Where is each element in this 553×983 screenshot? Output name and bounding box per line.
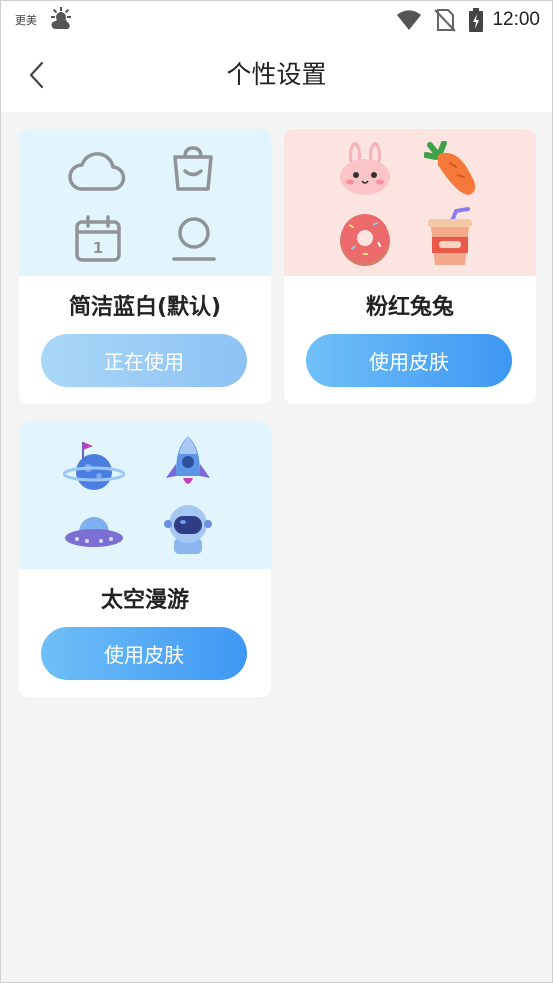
calendar-day: 1: [93, 239, 103, 257]
donut-icon: [340, 214, 390, 266]
battery-icon: [469, 8, 484, 32]
cloud-icon: [68, 152, 126, 191]
status-app-name: 更美: [15, 14, 37, 27]
ufo-icon: [65, 517, 123, 547]
phone-screen: 更美 12:00 个性设置 1 简洁蓝白(默认) 正在使用 粉红兔兔 使用皮肤 …: [0, 0, 553, 983]
planet-flag-icon: [63, 442, 125, 490]
wifi-icon: [397, 10, 422, 30]
skin-preview: 1: [19, 129, 271, 276]
use-skin-button[interactable]: 使用皮肤: [41, 627, 247, 680]
in-use-button[interactable]: 正在使用: [41, 334, 247, 387]
drink-cup-icon: [428, 207, 472, 265]
skin-name: 简洁蓝白(默认): [68, 295, 222, 320]
skin-card-blue-white: 1 简洁蓝白(默认) 正在使用: [19, 129, 271, 404]
weather-icon: [51, 7, 71, 29]
app-header: 个性设置: [1, 39, 552, 112]
skin-name: 太空漫游: [100, 588, 189, 613]
page-title: 个性设置: [226, 60, 327, 89]
status-bar: 更美 12:00: [1, 1, 552, 39]
calendar-icon: 1: [75, 215, 121, 262]
carrot-icon: [424, 141, 476, 195]
astronaut-icon: [164, 505, 212, 554]
user-icon: [172, 217, 216, 261]
rocket-icon: [166, 436, 210, 484]
skin-name: 粉红兔兔: [365, 295, 454, 320]
status-time: 12:00: [492, 9, 540, 30]
shopping-bag-icon: [173, 146, 213, 191]
skin-card-pink-bunny: 粉红兔兔 使用皮肤: [284, 129, 536, 404]
skin-preview: [284, 129, 536, 276]
no-sim-icon: [434, 9, 457, 32]
bunny-icon: [340, 142, 390, 195]
skin-card-space: 太空漫游 使用皮肤: [19, 422, 271, 697]
skin-preview: [19, 422, 271, 569]
use-skin-button[interactable]: 使用皮肤: [306, 334, 512, 387]
